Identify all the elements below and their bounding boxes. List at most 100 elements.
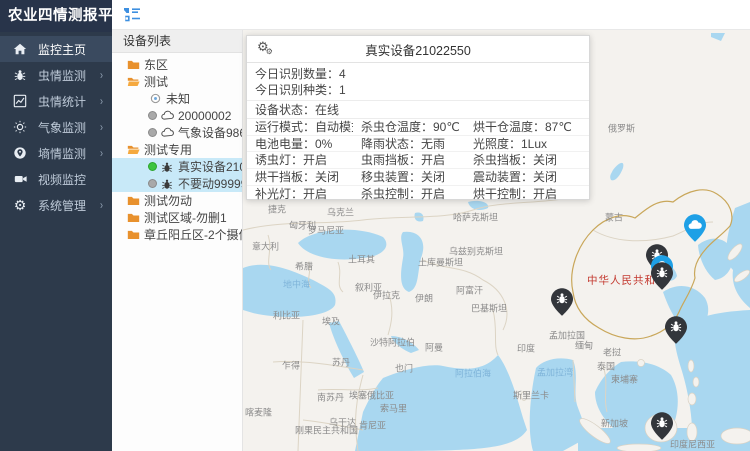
tree-folder[interactable]: 测试勿动 [112,192,242,209]
tree-folder[interactable]: 东区 [112,56,242,73]
tree-label: 测试区域-勿删1 [144,209,227,226]
folder-closed-icon [126,212,140,224]
device-tree: 东区测试未知 20000002气象设备986测试专用真实设备21022550不要动… [112,53,242,243]
tree-folder[interactable]: 测试 [112,73,242,90]
device-list-panel: 设备列表 东区测试未知 20000002气象设备986测试专用真实设备210225… [112,30,243,451]
gear-icon: ⚙ [12,197,28,213]
device-popup-grid: 运行模式：自动模式杀虫仓温度：90℃烘干仓温度：87℃ 电池电量：0%降雨状态：无… [247,119,589,202]
tree-label: 真实设备21022550 [178,158,242,175]
device-unknown-icon [148,93,162,105]
device-popup-header: ⚙⚙ 真实设备21022550 [247,36,589,63]
tree-label: 章丘阳丘区-2个摄像头 [144,226,242,243]
tree-device[interactable]: 未知 [112,90,242,107]
tree-folder[interactable]: 章丘阳丘区-2个摄像头 [112,226,242,243]
sidebar-item-gear[interactable]: ⚙ 系统管理 › [0,192,112,218]
tree-label: 不要动99999999 [178,175,242,192]
app-root: 农业四情测报平台 监控主页虫情监测 › 虫情统计 › 气象监测 › 墒情监测 › 视频监控 ⚙ 系统… [0,0,750,451]
chevron-right-icon: › [100,199,103,212]
app-title: 农业四情测报平台 [0,0,112,32]
sidebar-item-home[interactable]: 监控主页 [0,36,112,62]
tree-device[interactable]: 真实设备21022550 [112,158,242,175]
popup-grid-cell: 杀虫挡板：关闭 [465,152,589,169]
popup-grid-cell: 虫雨挡板：开启 [353,152,465,169]
popup-grid-cell: 烘干仓温度：87℃ [465,119,589,136]
sidebar-item-bug[interactable]: 虫情监测 › [0,62,112,88]
status-dot [148,179,157,188]
insect-device-marker[interactable] [551,288,573,316]
popup-grid-cell: 震动装置：关闭 [465,169,589,186]
sidebar-menu: 监控主页虫情监测 › 虫情统计 › 气象监测 › 墒情监测 › 视频监控 ⚙ 系统管理 › [0,36,112,218]
tree-folder[interactable]: 测试专用 [112,141,242,158]
device-status-line: 设备状态：在线 [247,101,589,119]
folder-closed-icon [126,195,140,207]
popup-grid-cell: 诱虫灯：开启 [247,152,353,169]
popup-grid-cell: 运行模式：自动模式 [247,119,353,136]
tree-device[interactable]: 气象设备986 [112,124,242,141]
insect-device-marker[interactable] [651,412,673,440]
chevron-right-icon: › [100,147,103,160]
tree-folder[interactable]: 测试区域-勿删1 [112,209,242,226]
status-dot [148,128,157,137]
sidebar-item-label: 监控主页 [38,41,86,58]
sidebar-item-label: 虫情统计 [38,93,86,110]
weather-icon [12,119,28,135]
device-weather-icon [160,110,174,122]
insect-device-marker[interactable] [665,316,687,344]
status-dot [148,111,157,120]
device-popup-summary: 今日识别数量：4今日识别种类：1 [247,63,589,101]
tree-label: 东区 [144,56,168,73]
chevron-right-icon: › [100,69,103,82]
tree-label: 气象设备986 [178,124,242,141]
globe-icon [12,145,28,161]
tree-device[interactable]: 20000002 [112,107,242,124]
sidebar: 农业四情测报平台 监控主页虫情监测 › 虫情统计 › 气象监测 › 墒情监测 › 视频监控 ⚙ 系统… [0,0,112,451]
popup-grid-cell: 移虫装置：关闭 [353,169,465,186]
popup-grid-cell: 电池电量：0% [247,136,353,153]
topbar [112,0,750,30]
device-bug-icon [160,178,174,190]
tree-label: 测试专用 [144,141,192,158]
status-dot [148,162,157,171]
tree-label: 20000002 [178,109,231,123]
sidebar-item-label: 气象监测 [38,119,86,136]
popup-grid-cell: 降雨状态：无雨 [353,136,465,153]
home-icon [12,41,28,57]
folder-closed-icon [126,59,140,71]
chevron-right-icon: › [100,95,103,108]
sidebar-item-label: 系统管理 [38,197,86,214]
bug-icon [12,67,28,83]
device-popup: ⚙⚙ 真实设备21022550 今日识别数量：4今日识别种类：1 设备状态：在线… [246,35,590,200]
popup-grid-cell: 烘干挡板：关闭 [247,169,353,186]
popup-grid-cell: 杀虫控制：开启 [353,186,465,203]
tree-device[interactable]: 不要动99999999 [112,175,242,192]
chart-icon [12,93,28,109]
folder-open-icon [126,144,140,156]
chevron-right-icon: › [100,121,103,134]
sidebar-item-globe[interactable]: 墒情监测 › [0,140,112,166]
device-bug-icon [160,161,174,173]
video-icon [12,171,28,187]
sidebar-item-video[interactable]: 视频监控 [0,166,112,192]
device-list-header: 设备列表 [112,30,242,53]
popup-summary-line: 今日识别种类：1 [247,82,589,98]
popup-grid-cell: 光照度：1Lux [465,136,589,153]
device-popup-title: 真实设备21022550 [365,40,471,59]
sidebar-item-label: 墒情监测 [38,145,86,162]
tree-label: 测试勿动 [144,192,192,209]
sidebar-item-label: 虫情监测 [38,67,86,84]
device-weather-icon [160,127,174,139]
popup-summary-line: 今日识别数量：4 [247,66,589,82]
sidebar-item-chart[interactable]: 虫情统计 › [0,88,112,114]
popup-grid-cell: 杀虫仓温度：90℃ [353,119,465,136]
folder-open-icon [126,76,140,88]
device-settings-icon[interactable]: ⚙⚙ [257,40,273,56]
popup-grid-cell: 烘干控制：开启 [465,186,589,203]
folder-closed-icon [126,229,140,241]
sidebar-item-weather[interactable]: 气象监测 › [0,114,112,140]
popup-grid-cell: 补光灯：开启 [247,186,353,203]
insect-device-marker[interactable] [651,262,673,290]
tree-label: 未知 [166,90,190,107]
sidebar-item-label: 视频监控 [38,171,86,188]
tree-label: 测试 [144,73,168,90]
weather-device-marker[interactable] [684,214,706,242]
